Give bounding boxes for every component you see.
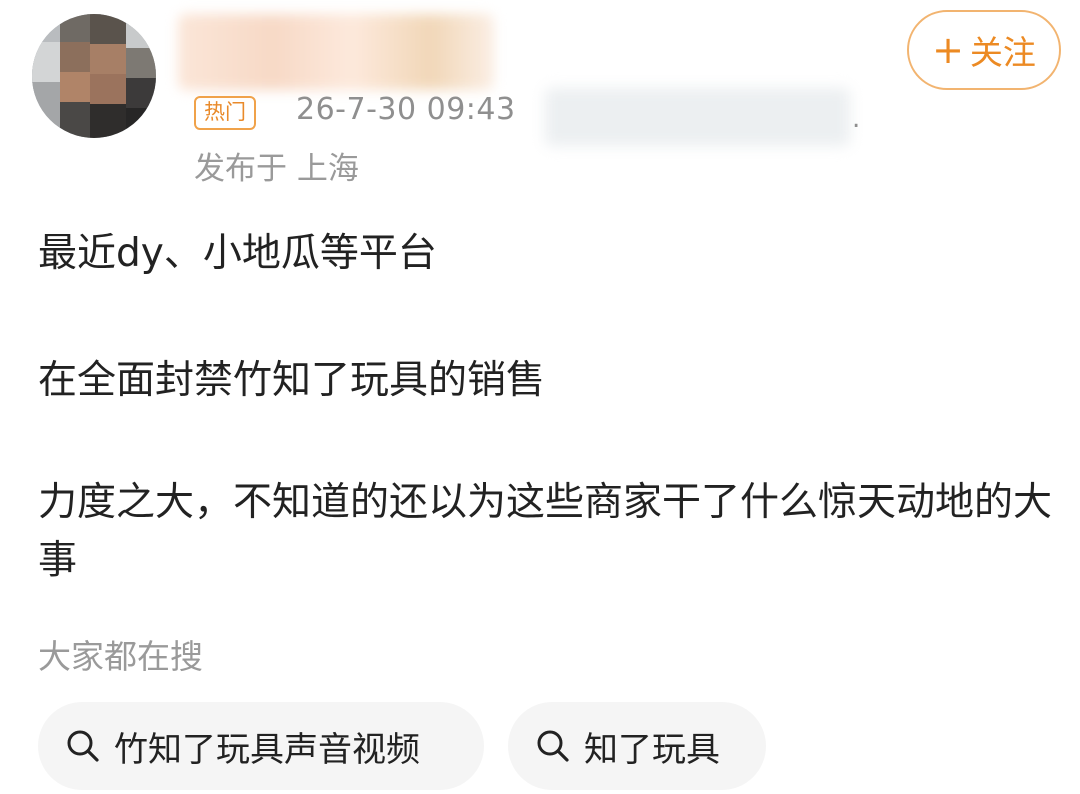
post-location: 发布于 上海 <box>194 151 359 187</box>
search-icon <box>537 730 569 762</box>
search-icon <box>67 730 99 762</box>
search-chip-label: 知了玩具 <box>584 729 720 770</box>
post-paragraph: 力度之大，不知道的还以为这些商家干了什么惊天动地的大事 <box>38 480 1053 583</box>
search-chip[interactable]: 知了玩具 <box>508 702 766 790</box>
author-name-redacted[interactable] <box>178 14 494 90</box>
post-source-redacted <box>545 88 850 146</box>
post-paragraph: 在全面封禁竹知了玩具的销售 <box>38 358 546 403</box>
follow-button[interactable]: + 关注 <box>907 10 1061 90</box>
hot-badge: 热门 <box>194 96 256 130</box>
trending-search-heading: 大家都在搜 <box>38 637 203 676</box>
search-chip-label: 竹知了玩具声音视频 <box>114 729 420 770</box>
post-paragraph: 最近dy、小地瓜等平台 <box>38 231 437 276</box>
author-avatar[interactable] <box>32 14 156 138</box>
plus-icon: + <box>932 28 964 72</box>
search-chip[interactable]: 竹知了玩具声音视频 <box>38 702 484 790</box>
follow-label: 关注 <box>969 33 1036 72</box>
post-timestamp: 26-7-30 09:43 <box>296 92 516 127</box>
source-trailing: . <box>852 104 861 134</box>
